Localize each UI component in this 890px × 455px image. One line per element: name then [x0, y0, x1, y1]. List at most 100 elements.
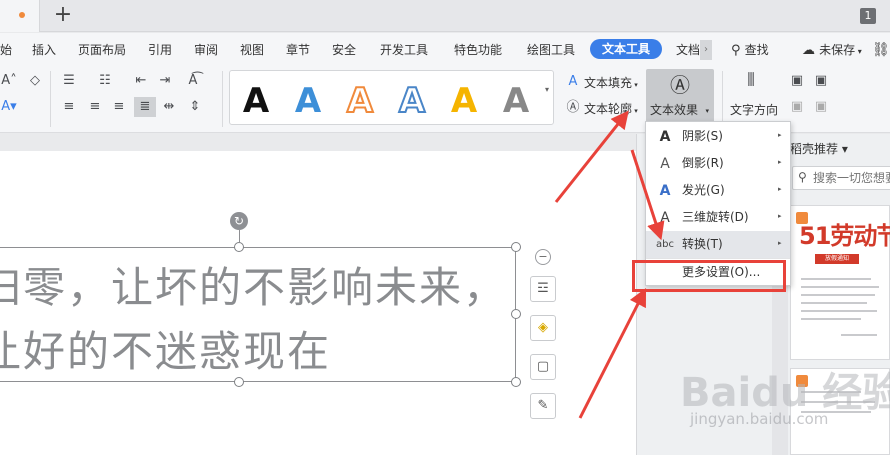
panel-search[interactable]: ⚲ [792, 166, 890, 190]
workspace-margin [0, 134, 636, 151]
unsaved-label: 未保存 [819, 43, 856, 57]
bullet-list-icon[interactable]: ☰ [60, 73, 78, 89]
panel-search-input[interactable] [813, 169, 890, 187]
menu-security[interactable]: 安全 [332, 40, 356, 60]
rotate-stem [239, 230, 240, 242]
find-button[interactable]: ⚲ 查找 [731, 40, 769, 60]
menu-item-label: 转换(T) [682, 237, 723, 251]
text-effect-button[interactable]: Ⓐ 文本效果 ▾ [646, 69, 714, 123]
menu-item-shadow[interactable]: A 阴影(S) ▸ [646, 123, 790, 150]
align-right-icon[interactable]: ≡ [110, 99, 128, 115]
style-preset-black[interactable]: A [236, 81, 276, 121]
menu-item-glow[interactable]: A 发光(G) ▸ [646, 177, 790, 204]
format-brush-icon[interactable]: ✎ [530, 393, 556, 419]
template-text-line [801, 302, 867, 304]
collapse-toolbar-icon[interactable]: − [535, 249, 551, 265]
style-preset-blue-outline[interactable]: A [392, 80, 432, 122]
font-color-icon[interactable]: A▾ [0, 99, 18, 115]
justify-icon[interactable]: ≣ [134, 97, 156, 117]
text-effect-icon: Ⓐ [670, 73, 690, 97]
text-fill-button[interactable]: 文本填充 ▾ [584, 75, 638, 93]
resize-handle[interactable] [511, 309, 521, 319]
panel-title[interactable]: 稻壳推荐 ▾ [790, 140, 848, 157]
distributed-icon[interactable]: ⇹ [160, 99, 178, 115]
text-line-2[interactable]: 让好的不迷惑现在 [0, 318, 331, 379]
document-tab[interactable] [0, 0, 40, 32]
align-center-icon[interactable]: ≡ [86, 99, 104, 115]
fill-bucket-icon[interactable]: ◈ [530, 315, 556, 341]
menu-page-layout[interactable]: 页面布局 [78, 40, 126, 60]
outdent-icon[interactable]: ⇤ [132, 73, 150, 89]
text-line-1[interactable]: 归零，让坏的不影响未来， [0, 254, 507, 315]
new-tab-button[interactable]: + [50, 2, 76, 30]
line-spacing-icon[interactable]: ⇕ [186, 99, 204, 115]
rotate-handle-icon[interactable]: ↻ [230, 212, 248, 230]
resize-handle[interactable] [234, 242, 244, 252]
menu-start[interactable]: 始 [0, 40, 12, 60]
image-placeholder-icon[interactable]: ▣ [812, 99, 830, 115]
template-title: 51劳动节 [799, 222, 890, 250]
style-preset-gray[interactable]: A [496, 81, 536, 121]
resize-handle[interactable] [234, 377, 244, 387]
share-icon[interactable]: ⛓ [872, 40, 890, 60]
search-icon: ⚲ [731, 43, 745, 58]
transform-icon: abc [656, 239, 674, 250]
template-thumbnail[interactable]: 51劳动节 放假通知 [790, 205, 890, 360]
menu-chapter[interactable]: 章节 [286, 40, 310, 60]
image-placeholder-icon[interactable]: ▣ [788, 99, 806, 115]
find-label: 查找 [744, 43, 769, 57]
template-text-line [801, 278, 871, 280]
align-left-icon[interactable]: ≡ [60, 99, 78, 115]
text-direction-icon: ⫴ [747, 70, 755, 91]
image-placeholder-icon[interactable]: ▣ [788, 73, 806, 89]
annotation-highlight-box [632, 260, 786, 292]
numbered-list-icon[interactable]: ☷ [96, 73, 114, 89]
text-direction-button[interactable]: 文字方向 [730, 102, 778, 118]
menu-view[interactable]: 视图 [240, 40, 264, 60]
style-preset-gold[interactable]: A [444, 81, 484, 121]
ribbon-separator [722, 71, 723, 127]
text-style-gallery: A A A A A A [229, 70, 554, 125]
menu-text-tools[interactable]: 文本工具 [590, 39, 663, 59]
menu-item-label: 倒影(R) [682, 156, 724, 170]
style-preset-orange-outline[interactable]: A [340, 80, 380, 122]
layout-options-icon[interactable]: ☲ [530, 276, 556, 302]
chevron-right-icon: ▸ [778, 158, 782, 166]
menu-item-label: 发光(G) [682, 183, 725, 197]
outline-icon[interactable]: ▢ [530, 354, 556, 380]
ribbon-separator [50, 71, 51, 127]
cloud-icon: ☁ [802, 43, 820, 58]
menu-item-reflection[interactable]: A 倒影(R) ▸ [646, 150, 790, 177]
search-icon: ⚲ [798, 170, 807, 184]
template-text-line [801, 294, 875, 296]
menu-developer[interactable]: 开发工具 [380, 40, 428, 60]
text-spacing-icon[interactable]: A͡ [184, 73, 202, 89]
styles-expand-icon[interactable]: ▾ [545, 85, 549, 94]
font-size-icon[interactable]: A˄ [0, 73, 18, 89]
menu-more-arrow-icon[interactable]: › [700, 40, 712, 60]
unsaved-dot-icon [19, 12, 25, 18]
text-outline-button[interactable]: 文本轮廓 ▾ [584, 101, 638, 119]
menu-item-3d-rotation[interactable]: A 三维旋转(D) ▸ [646, 204, 790, 231]
tab-strip: + 1 [0, 0, 890, 32]
text-box[interactable]: 归零，让坏的不影响未来， 让好的不迷惑现在 [0, 247, 516, 382]
indent-icon[interactable]: ⇥ [156, 73, 174, 89]
resize-handle[interactable] [511, 377, 521, 387]
template-text-line [801, 318, 861, 320]
menu-references[interactable]: 引用 [148, 40, 172, 60]
image-placeholder-icon[interactable]: ▣ [812, 73, 830, 89]
menu-document[interactable]: 文档 [676, 40, 700, 60]
menu-features[interactable]: 特色功能 [454, 40, 502, 60]
window-count-badge[interactable]: 1 [860, 8, 876, 24]
resize-handle[interactable] [511, 242, 521, 252]
unsaved-button[interactable]: ☁ 未保存 ▾ [802, 40, 862, 60]
chevron-right-icon: ▸ [778, 131, 782, 139]
eraser-icon[interactable]: ◇ [26, 73, 44, 89]
menu-item-transform[interactable]: abc 转换(T) ▸ [646, 231, 790, 258]
style-preset-blue[interactable]: A [288, 81, 328, 121]
reflection-icon: A [660, 156, 670, 172]
text-effect-label: 文本效果 [650, 103, 699, 117]
menu-drawing-tools[interactable]: 绘图工具 [527, 40, 575, 60]
menu-insert[interactable]: 插入 [32, 40, 56, 60]
menu-review[interactable]: 审阅 [194, 40, 218, 60]
